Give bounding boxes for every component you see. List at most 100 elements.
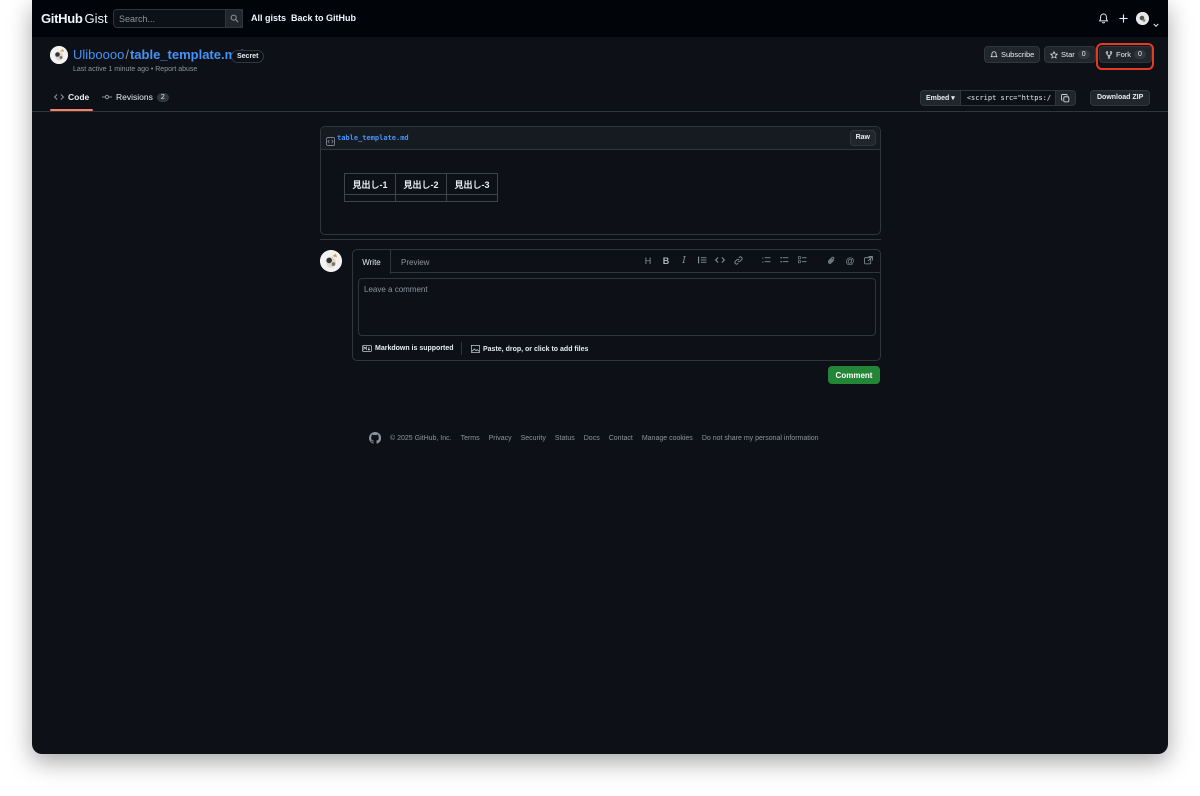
footer-link-contact[interactable]: Contact — [609, 435, 633, 442]
title-separator: / — [125, 47, 129, 62]
comment-toolbar: Write Preview H B I 12 @ — [353, 250, 880, 274]
file-name-link[interactable]: table_template.md — [337, 134, 409, 142]
bold-icon[interactable]: B — [660, 256, 672, 266]
file-code-icon — [326, 133, 335, 151]
gist-filename-link[interactable]: table_template.md — [130, 47, 244, 62]
copy-icon — [1060, 93, 1070, 102]
fork-highlight-box — [1096, 43, 1154, 70]
star-button[interactable]: Star 0 — [1044, 46, 1096, 63]
section-divider — [320, 239, 881, 240]
markdown-label: Markdown is supported — [375, 345, 454, 352]
subscribe-button[interactable]: Subscribe — [984, 46, 1041, 63]
footer-link-security[interactable]: Security — [521, 435, 546, 442]
search-button[interactable] — [225, 9, 243, 28]
copyright-text: © 2025 GitHub, Inc. — [390, 434, 452, 442]
github-gist-logo[interactable]: GitHub Gist — [41, 11, 108, 26]
quote-icon[interactable] — [696, 256, 708, 266]
markdown-table: 見出し-1 見出し-2 見出し-3 — [344, 173, 498, 202]
table-header-cell: 見出し-1 — [344, 173, 396, 195]
footer-link-docs[interactable]: Docs — [584, 435, 600, 442]
table-cell — [395, 194, 447, 202]
table-header-cell: 見出し-3 — [446, 173, 498, 195]
active-tab-indicator — [50, 109, 93, 111]
tab-revisions[interactable]: Revisions 2 — [102, 92, 169, 102]
download-zip-button[interactable]: Download ZIP — [1090, 90, 1151, 106]
ordered-list-icon[interactable]: 12 — [760, 256, 772, 266]
code-icon[interactable] — [714, 256, 726, 266]
tab-code-label: Code — [68, 92, 90, 102]
comment-textarea[interactable]: Leave a comment — [358, 278, 876, 336]
footer-link-manage-cookies[interactable]: Manage cookies — [642, 435, 693, 442]
brand-github: GitHub — [41, 11, 83, 26]
file-header: table_template.md Raw — [321, 127, 880, 150]
tab-write[interactable]: Write — [353, 250, 391, 274]
owner-avatar[interactable] — [50, 46, 68, 64]
image-icon — [471, 345, 480, 353]
link-icon[interactable] — [732, 256, 744, 267]
footer-link-status[interactable]: Status — [555, 435, 575, 442]
footer-link-terms[interactable]: Terms — [461, 435, 480, 442]
embed-label: Embed — [926, 95, 950, 102]
user-avatar — [1136, 12, 1149, 25]
attach-label: Paste, drop, or click to add files — [483, 345, 589, 353]
tab-code[interactable]: Code — [54, 92, 89, 102]
search-icon — [230, 14, 239, 23]
paperclip-icon[interactable] — [825, 256, 837, 267]
search-input[interactable]: Search... — [113, 9, 243, 28]
last-active-text: Last active 1 minute ago — [73, 66, 149, 73]
embed-url-field[interactable]: <script src="https:/ — [960, 90, 1056, 106]
italic-icon[interactable]: I — [678, 256, 690, 266]
markdown-supported-note[interactable]: Markdown is supported — [362, 345, 454, 352]
gist-title: Uliboooo/table_template.md — [73, 47, 244, 62]
commit-icon — [102, 94, 112, 100]
user-menu[interactable] — [1136, 12, 1149, 25]
bell-icon[interactable] — [1098, 11, 1109, 29]
nav-back-to-github[interactable]: Back to GitHub — [291, 13, 356, 23]
star-label: Star — [1061, 50, 1075, 59]
chevron-down-icon[interactable] — [1153, 15, 1159, 33]
footer-divider — [461, 342, 462, 355]
table-header-row: 見出し-1 見出し-2 見出し-3 — [344, 173, 498, 195]
reference-icon[interactable] — [862, 256, 874, 267]
task-list-icon[interactable] — [796, 256, 808, 266]
commenter-avatar — [320, 250, 342, 272]
comment-box: Write Preview H B I 12 @ Leave a comment… — [352, 249, 881, 361]
table-cell — [446, 194, 498, 202]
table-row — [344, 194, 498, 202]
mention-icon[interactable]: @ — [844, 256, 856, 266]
markdown-icon — [362, 345, 372, 352]
gist-meta: Last active 1 minute ago • Report abuse — [73, 66, 197, 73]
report-abuse-link[interactable]: Report abuse — [155, 66, 197, 73]
table-header-cell: 見出し-2 — [395, 173, 447, 195]
browser-window: GitHub Gist Search... All gists Back to G… — [32, 0, 1168, 754]
tab-preview[interactable]: Preview — [401, 258, 429, 267]
tab-revisions-label: Revisions — [116, 92, 153, 102]
github-logo-icon[interactable] — [369, 432, 381, 444]
chevron-down-icon: ▾ — [951, 95, 955, 102]
bell-icon — [990, 50, 998, 57]
owner-link[interactable]: Uliboooo — [73, 47, 124, 62]
embed-group: Embed ▾ <script src="https:/ — [920, 90, 1076, 106]
secret-badge: Secret — [231, 50, 265, 63]
plus-icon[interactable] — [1118, 11, 1129, 29]
comment-submit-button[interactable]: Comment — [828, 366, 880, 384]
unordered-list-icon[interactable] — [778, 256, 790, 266]
footer-link-privacy[interactable]: Privacy — [489, 435, 512, 442]
table-cell — [344, 194, 396, 202]
footer-link-do-not-share[interactable]: Do not share my personal information — [702, 435, 819, 442]
brand-gist: Gist — [84, 11, 108, 26]
file-box: table_template.md Raw 見出し-1 見出し-2 見出し-3 — [320, 126, 881, 235]
top-navigation-bar: GitHub Gist Search... All gists Back to G… — [32, 0, 1168, 37]
heading-icon[interactable]: H — [642, 256, 654, 266]
star-icon — [1050, 50, 1058, 59]
subscribe-label: Subscribe — [1001, 50, 1035, 59]
code-icon — [54, 94, 64, 100]
gist-header: Uliboooo/table_template.md Secret Last a… — [32, 37, 1168, 112]
attach-files-button[interactable]: Paste, drop, or click to add files — [471, 345, 588, 353]
nav-all-gists[interactable]: All gists — [251, 13, 286, 23]
embed-select[interactable]: Embed ▾ — [920, 90, 961, 106]
raw-button[interactable]: Raw — [849, 130, 876, 146]
copy-button[interactable] — [1055, 90, 1076, 106]
svg-text:2: 2 — [762, 260, 764, 264]
meta-separator: • — [150, 66, 154, 73]
